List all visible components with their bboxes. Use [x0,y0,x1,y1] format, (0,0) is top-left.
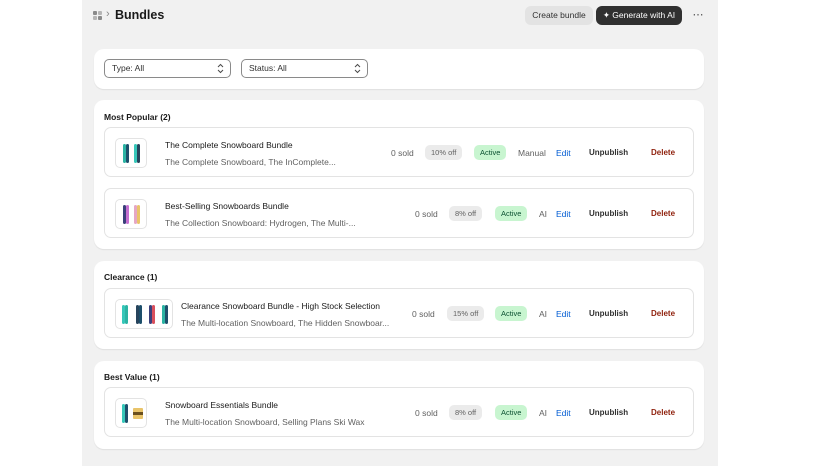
bundle-name[interactable]: Best-Selling Snowboards Bundle [165,201,289,211]
bundle-products: The Multi-location Snowboard, Selling Pl… [165,417,365,427]
bundle-products: The Multi-location Snowboard, The Hidden… [181,318,390,328]
edit-link[interactable]: Edit [556,209,571,219]
status-badge: Active [495,206,528,221]
type-filter-label: Type: All [112,63,145,73]
page-header: › Bundles Create bundle ✦ Generate with … [82,0,718,32]
bundle-mode: Manual [518,148,546,158]
filter-card: Type: All Status: All [94,49,704,89]
bundle-mode: AI [539,209,548,219]
unpublish-button[interactable]: Unpublish [589,408,628,417]
status-filter-label: Status: All [249,63,287,73]
select-chevron-icon [354,63,361,74]
bundle-thumbnail [115,199,147,229]
group-title: Best Value (1) [104,372,160,382]
discount-badge: 8% off [449,405,483,420]
bundle-group-best-value: Best Value (1) Snowboard Essentials Bund… [94,361,704,449]
bundle-name[interactable]: Snowboard Essentials Bundle [165,400,278,410]
page-title: Bundles [115,8,165,22]
generate-with-ai-button[interactable]: ✦ Generate with AI [596,6,682,25]
type-filter-select[interactable]: Type: All [104,59,231,78]
sold-count: 0 sold [415,408,438,418]
status-badge: Active [495,405,528,420]
group-title: Most Popular (2) [104,112,171,122]
group-title: Clearance (1) [104,272,158,282]
bundle-row: Snowboard Essentials Bundle The Multi-lo… [104,387,694,437]
bundle-thumbnail [115,398,147,428]
bundle-products: The Collection Snowboard: Hydrogen, The … [165,218,356,228]
bundle-products: The Complete Snowboard, The InComplete..… [165,157,336,167]
bundle-group-clearance: Clearance (1) Clearance Snowboard Bundle… [94,261,704,349]
delete-button[interactable]: Delete [651,148,675,157]
edit-link[interactable]: Edit [556,408,571,418]
delete-button[interactable]: Delete [651,309,675,318]
discount-badge: 8% off [449,206,483,221]
app-frame: › Bundles Create bundle ✦ Generate with … [82,0,718,466]
bundle-row: Best-Selling Snowboards Bundle The Colle… [104,188,694,238]
bundle-row: The Complete Snowboard Bundle The Comple… [104,127,694,177]
status-badge: Active [495,306,528,321]
sold-count: 0 sold [415,209,438,219]
sold-count: 0 sold [412,309,435,319]
bundle-thumbnail [115,299,173,329]
more-actions-icon[interactable]: ⋯ [689,7,707,23]
delete-button[interactable]: Delete [651,209,675,218]
select-chevron-icon [217,63,224,74]
bundle-mode: AI [539,309,548,319]
discount-badge: 15% off [447,306,485,321]
sold-count: 0 sold [391,148,414,158]
unpublish-button[interactable]: Unpublish [589,209,628,218]
bundle-name[interactable]: Clearance Snowboard Bundle - High Stock … [181,301,380,311]
unpublish-button[interactable]: Unpublish [589,148,628,157]
bundle-thumbnail [115,138,147,168]
create-bundle-button[interactable]: Create bundle [525,6,593,25]
edit-link[interactable]: Edit [556,148,571,158]
bundle-mode: AI [539,408,548,418]
chevron-right-icon: › [106,8,110,20]
bundle-group-most-popular: Most Popular (2) The Complete Snowboard … [94,100,704,249]
edit-link[interactable]: Edit [556,309,571,319]
bundle-row: Clearance Snowboard Bundle - High Stock … [104,288,694,338]
unpublish-button[interactable]: Unpublish [589,309,628,318]
status-filter-select[interactable]: Status: All [241,59,368,78]
bundle-name[interactable]: The Complete Snowboard Bundle [165,140,293,150]
status-badge: Active [474,145,507,160]
delete-button[interactable]: Delete [651,408,675,417]
bundles-icon[interactable] [93,11,102,20]
discount-badge: 10% off [425,145,463,160]
